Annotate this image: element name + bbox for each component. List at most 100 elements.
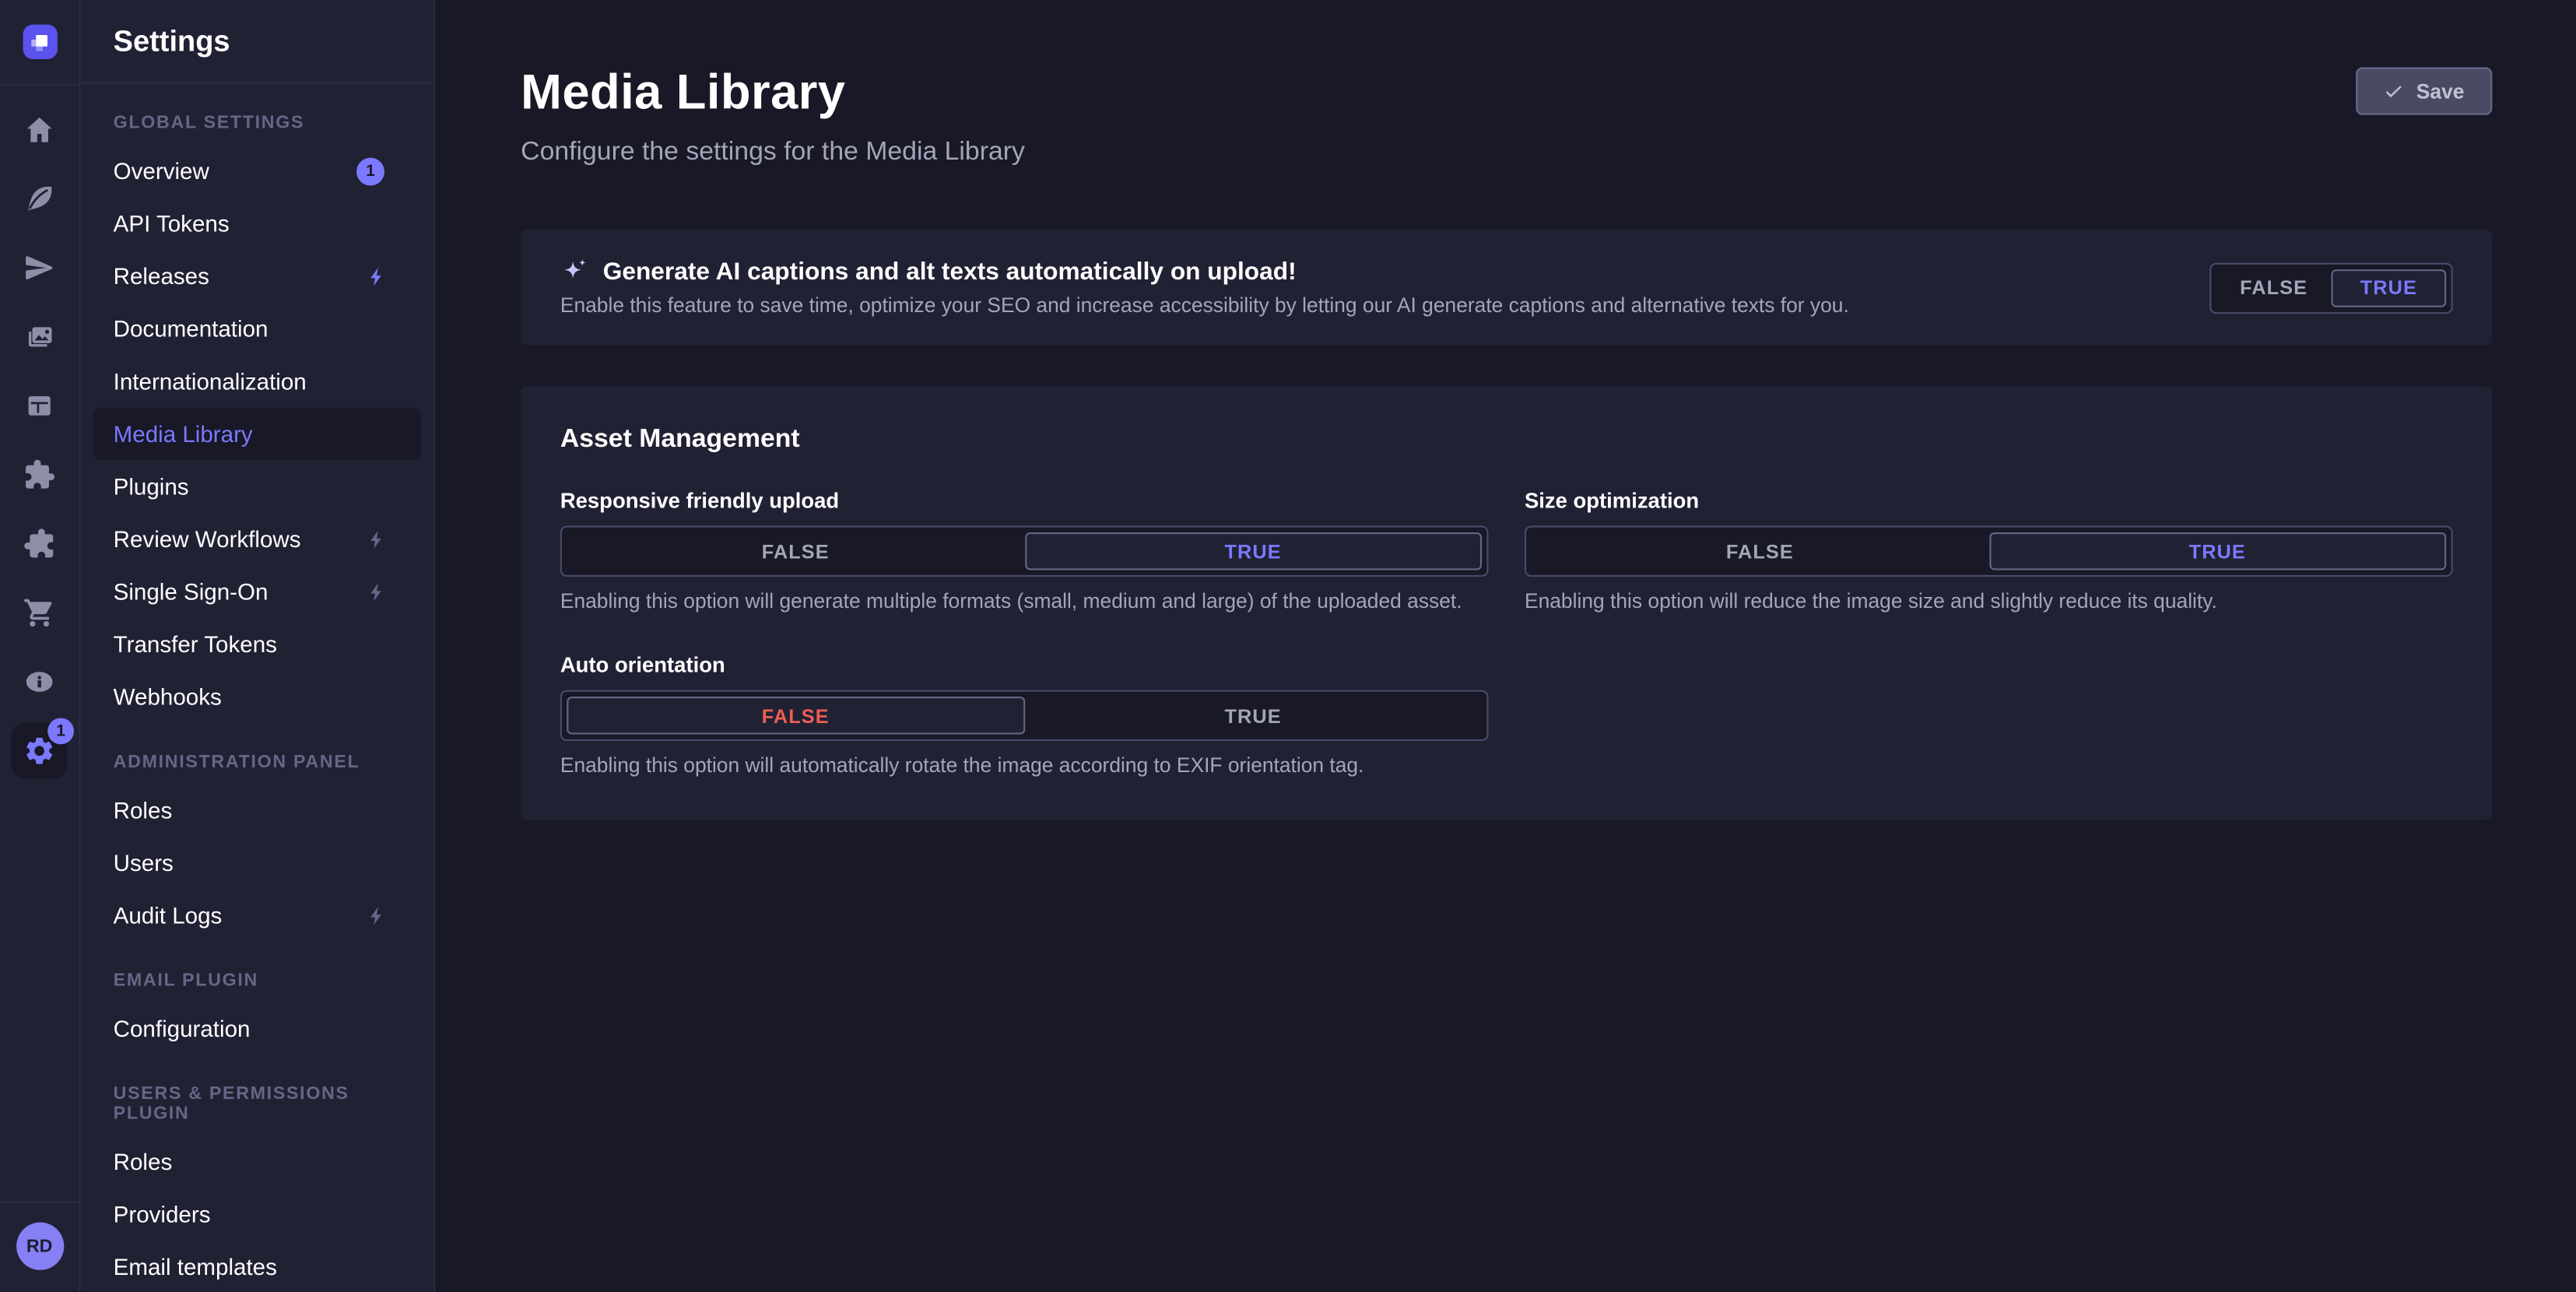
sidebar-item-email-templates[interactable]: Email templates xyxy=(93,1241,420,1291)
sidebar-item-up-roles[interactable]: Roles xyxy=(93,1136,420,1188)
sidebar-item-audit-logs[interactable]: Audit Logs xyxy=(93,889,420,942)
size-optimization-toggle-true[interactable]: TRUE xyxy=(1988,532,2446,571)
save-button-label: Save xyxy=(2416,79,2465,103)
sidebar-item-label: Plugins xyxy=(114,473,189,500)
sidebar-item-label: Internationalization xyxy=(114,368,307,395)
sidebar-item-label: Releases xyxy=(114,263,209,290)
sidebar-item-label: Users xyxy=(114,849,174,876)
media-library-nav-button[interactable] xyxy=(5,302,74,371)
field-size-optimization: Size optimization FALSE TRUE Enabling th… xyxy=(1525,488,2453,613)
sidebar-item-label: API Tokens xyxy=(114,210,230,237)
paper-plane-icon xyxy=(23,251,56,284)
sidebar-item-email-configuration[interactable]: Configuration xyxy=(93,1002,420,1055)
page-header-text: Media Library Configure the settings for… xyxy=(521,65,1025,167)
auto-orientation-toggle-true[interactable]: TRUE xyxy=(1024,697,1482,735)
puzzle-icon xyxy=(23,458,56,491)
sidebar-item-admin-roles[interactable]: Roles xyxy=(93,784,420,837)
content-manager-nav-button[interactable] xyxy=(5,164,74,233)
banner-title-row: Generate AI captions and alt texts autom… xyxy=(560,258,1849,286)
ai-caption-banner: Generate AI captions and alt texts autom… xyxy=(521,230,2492,346)
sidebar-item-label: Providers xyxy=(114,1201,211,1227)
sidebar-item-label: Audit Logs xyxy=(114,902,223,929)
settings-nav: GLOBAL SETTINGS Overview 1 API Tokens Re… xyxy=(80,84,433,1292)
field-hint: Enabling this option will reduce the ima… xyxy=(1525,590,2453,613)
sidebar-item-documentation[interactable]: Documentation xyxy=(93,302,420,355)
section-heading: USERS & PERMISSIONS PLUGIN xyxy=(93,1071,420,1135)
settings-notification-badge: 1 xyxy=(47,718,74,744)
sidebar-item-transfer-tokens[interactable]: Transfer Tokens xyxy=(93,618,420,671)
section-global-settings: GLOBAL SETTINGS Overview 1 API Tokens Re… xyxy=(93,100,420,723)
sidebar-item-label: Webhooks xyxy=(114,683,222,710)
responsive-upload-toggle-true[interactable]: TRUE xyxy=(1024,532,1482,571)
lightning-icon xyxy=(367,581,388,602)
responsive-upload-toggle: FALSE TRUE xyxy=(560,526,1489,577)
marketplace-nav-button[interactable] xyxy=(5,509,74,578)
plugins-nav-button[interactable] xyxy=(5,441,74,510)
icon-sidebar: 1 RD xyxy=(0,0,80,1291)
ai-caption-toggle-false[interactable]: FALSE xyxy=(2216,269,2332,307)
content-type-builder-nav-button[interactable] xyxy=(5,371,74,441)
save-button[interactable]: Save xyxy=(2356,68,2493,115)
main-content: Media Library Configure the settings for… xyxy=(435,0,2576,1291)
releases-nav-button[interactable] xyxy=(5,233,74,303)
lightning-icon xyxy=(367,265,388,286)
sidebar-item-single-sign-on[interactable]: Single Sign-On xyxy=(93,565,420,618)
field-hint: Enabling this option will automatically … xyxy=(560,754,1489,778)
home-icon xyxy=(23,114,56,146)
sidebar-item-admin-users[interactable]: Users xyxy=(93,836,420,889)
media-images-icon xyxy=(23,321,56,353)
field-label: Responsive friendly upload xyxy=(560,488,1489,513)
auto-orientation-toggle: FALSE TRUE xyxy=(560,690,1489,741)
sidebar-item-providers[interactable]: Providers xyxy=(93,1188,420,1241)
page-subtitle: Configure the settings for the Media Lib… xyxy=(521,138,1025,167)
asset-management-card: Asset Management Responsive friendly upl… xyxy=(521,386,2492,820)
sidebar-item-overview[interactable]: Overview 1 xyxy=(93,145,420,198)
sidebar-item-api-tokens[interactable]: API Tokens xyxy=(93,197,420,250)
settings-nav-button[interactable]: 1 xyxy=(5,716,74,785)
banner-description: Enable this feature to save time, optimi… xyxy=(560,294,1849,318)
layout-icon xyxy=(23,389,56,422)
sidebar-item-label: Documentation xyxy=(114,315,268,342)
purchase-nav-button[interactable] xyxy=(5,578,74,648)
lightning-icon xyxy=(367,528,388,549)
auto-orientation-toggle-false[interactable]: FALSE xyxy=(567,697,1024,735)
app-window: 1 RD Settings GLOBAL SETTINGS Overview 1… xyxy=(0,0,2576,1291)
section-heading: ADMINISTRATION PANEL xyxy=(93,739,420,784)
section-heading: GLOBAL SETTINGS xyxy=(93,100,420,145)
check-icon xyxy=(2384,81,2403,100)
sidebar-item-label: Review Workflows xyxy=(114,526,301,553)
asset-management-fields: Responsive friendly upload FALSE TRUE En… xyxy=(560,488,2453,778)
logo-cell xyxy=(0,0,79,86)
icon-rail-footer: RD xyxy=(0,1201,79,1291)
info-nav-button[interactable] xyxy=(5,648,74,717)
strapi-logo-glyph xyxy=(22,25,56,59)
ai-caption-toggle-true[interactable]: TRUE xyxy=(2331,269,2446,307)
user-avatar[interactable]: RD xyxy=(16,1223,63,1270)
feather-icon xyxy=(23,182,56,215)
sidebar-item-label: Email templates xyxy=(114,1254,277,1280)
sidebar-item-label: Configuration xyxy=(114,1016,251,1042)
field-responsive-friendly-upload: Responsive friendly upload FALSE TRUE En… xyxy=(560,488,1489,613)
sidebar-item-internationalization[interactable]: Internationalization xyxy=(93,355,420,408)
icon-rail-nav: 1 xyxy=(0,86,79,785)
section-email-plugin: EMAIL PLUGIN Configuration xyxy=(93,958,420,1055)
field-label: Size optimization xyxy=(1525,488,2453,513)
sidebar-item-releases[interactable]: Releases xyxy=(93,250,420,303)
sidebar-item-media-library[interactable]: Media Library xyxy=(93,408,420,461)
sidebar-title: Settings xyxy=(80,0,433,84)
home-nav-button[interactable] xyxy=(5,95,74,164)
section-heading: EMAIL PLUGIN xyxy=(93,958,420,1002)
banner-text: Generate AI captions and alt texts autom… xyxy=(560,258,1849,317)
cart-icon xyxy=(23,596,56,629)
responsive-upload-toggle-false[interactable]: FALSE xyxy=(567,532,1024,571)
sidebar-item-webhooks[interactable]: Webhooks xyxy=(93,670,420,723)
sidebar-item-plugins[interactable]: Plugins xyxy=(93,460,420,513)
page-title: Media Library xyxy=(521,65,1025,121)
notification-badge: 1 xyxy=(356,157,384,185)
puzzle-alt-icon xyxy=(23,528,56,560)
strapi-logo-icon[interactable] xyxy=(22,25,56,59)
section-administration-panel: ADMINISTRATION PANEL Roles Users Audit L… xyxy=(93,739,420,942)
settings-sidebar: Settings GLOBAL SETTINGS Overview 1 API … xyxy=(80,0,435,1291)
size-optimization-toggle-false[interactable]: FALSE xyxy=(1531,532,1988,571)
sidebar-item-review-workflows[interactable]: Review Workflows xyxy=(93,513,420,566)
